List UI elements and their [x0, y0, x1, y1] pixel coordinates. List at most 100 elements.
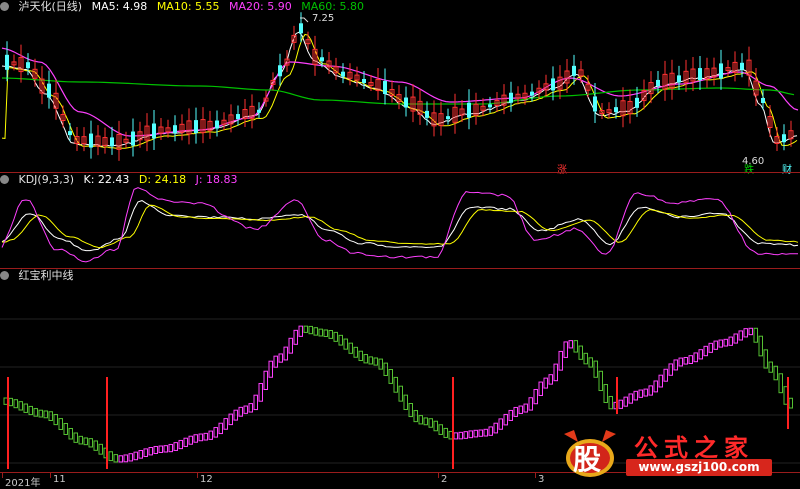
- indicator-bar-down: [333, 331, 338, 342]
- indicator-bar-down: [353, 346, 358, 358]
- candle-down: [194, 120, 198, 134]
- axis-tick: [197, 473, 198, 478]
- indicator-bar-down: [783, 386, 788, 405]
- indicator-bar-up: [713, 340, 718, 350]
- indicator-bar-up: [163, 445, 168, 453]
- indicator-bar-up: [473, 429, 478, 438]
- indicator-bar-down: [573, 340, 578, 353]
- indicator-bar-down: [583, 352, 588, 365]
- indicator-bar-down: [763, 349, 768, 369]
- candle-down: [614, 107, 618, 113]
- indicator-bar-up: [258, 382, 263, 402]
- indicator-bar-down: [78, 435, 83, 445]
- indicator-bar-up: [698, 349, 703, 360]
- candle-down: [362, 78, 366, 83]
- axis-tick: [50, 473, 51, 478]
- indicator-bar-up: [213, 427, 218, 438]
- indicator-bar-up: [193, 434, 198, 443]
- indicator-bar-down: [308, 325, 313, 335]
- candle-down: [530, 91, 534, 96]
- indicator-bar-up: [158, 445, 163, 453]
- candle-down: [68, 131, 72, 136]
- candle-down: [698, 68, 702, 81]
- indicator-bar-up: [468, 430, 473, 439]
- indicator-bar-up: [663, 368, 668, 382]
- indicator-bar-up: [253, 394, 258, 411]
- indicator-bar-down: [303, 325, 308, 333]
- indicator-bar-up: [743, 328, 748, 338]
- indicator-bar-up: [693, 352, 698, 363]
- indicator-bar-down: [13, 399, 18, 409]
- indicator-bar-up: [748, 327, 753, 336]
- indicator-bar-up: [243, 405, 248, 414]
- indicator-bar-up: [668, 363, 673, 376]
- axis-tick: [2, 473, 3, 478]
- candle-down: [47, 83, 51, 98]
- indicator-bar-up: [503, 413, 508, 426]
- candle-down: [740, 62, 744, 70]
- indicator-bar-down: [98, 443, 103, 455]
- indicator-bar-down: [448, 430, 453, 440]
- indicator-bar-down: [8, 397, 13, 407]
- high-price-marker: 7.25: [312, 13, 335, 24]
- indicator-bar-down: [778, 373, 783, 394]
- indicator-bar-down: [593, 360, 598, 378]
- indicator-bar-up: [643, 388, 648, 397]
- candle-down: [467, 102, 471, 118]
- indicator-bar-up: [228, 413, 233, 426]
- candle-down: [278, 65, 282, 77]
- indicator-bar-up: [208, 430, 213, 440]
- indicator-bar-down: [28, 405, 33, 416]
- indicator-bar-up: [293, 329, 298, 345]
- indicator-bar-down: [788, 397, 793, 409]
- indicator-bar-up: [623, 396, 628, 407]
- axis-label-3: 3: [538, 474, 545, 485]
- axis-label-12: 12: [200, 474, 213, 485]
- candle-down: [635, 97, 639, 108]
- indicator-bar-up: [483, 428, 488, 437]
- axis-label-year: 2021年: [5, 478, 41, 489]
- indicator-bar-down: [598, 370, 603, 392]
- indicator-bar-up: [168, 443, 173, 453]
- price-chart[interactable]: [0, 0, 800, 172]
- indicator-bar-down: [603, 384, 608, 403]
- indicator-bar-down: [438, 424, 443, 435]
- indicator-bar-up: [638, 389, 643, 398]
- indicator-bar-up: [218, 422, 223, 435]
- indicator-bar-up: [708, 342, 713, 353]
- indicator-bar-up: [133, 451, 138, 461]
- indicator-bar-down: [68, 427, 73, 440]
- indicator-bar-down: [83, 437, 88, 446]
- indicator-bar-down: [753, 327, 758, 343]
- candle-down: [173, 125, 177, 134]
- indicator-bar-down: [773, 365, 778, 381]
- indicator-bar-up: [268, 360, 273, 378]
- candle-down: [782, 134, 786, 143]
- indicator-bar-up: [148, 447, 153, 456]
- indicator-bar-up: [138, 450, 143, 459]
- indicator-bar-down: [323, 329, 328, 338]
- indicator-bar-down: [58, 418, 63, 430]
- indicator-bar-up: [493, 422, 498, 434]
- kdj-chart[interactable]: [0, 173, 800, 268]
- indicator-bar-down: [588, 357, 593, 368]
- indicator-bar-down: [23, 403, 28, 413]
- indicator-bar-up: [678, 357, 683, 367]
- indicator-bar-up: [298, 325, 303, 337]
- indicator-bar-down: [383, 362, 388, 376]
- candle-down: [341, 71, 345, 77]
- indicator-bar-up: [478, 429, 483, 437]
- indicator-bar-down: [358, 350, 363, 362]
- price-panel: 泸天化(日线) MA5: 4.98 MA10: 5.55 MA20: 5.90 …: [0, 0, 800, 176]
- indicator-bar-down: [348, 342, 353, 354]
- watermark-logo-char: 股: [573, 443, 602, 476]
- indicator-bar-up: [568, 340, 573, 349]
- indicator-bar-up: [538, 381, 543, 396]
- indicator-bar-up: [183, 437, 188, 447]
- indicator-bar-up: [153, 445, 158, 455]
- indicator-bar-up: [123, 454, 128, 463]
- indicator-bar-up: [278, 353, 283, 363]
- indicator-bar-up: [733, 333, 738, 344]
- kdj-j-line: [1, 187, 799, 263]
- indicator-bar-down: [38, 409, 43, 418]
